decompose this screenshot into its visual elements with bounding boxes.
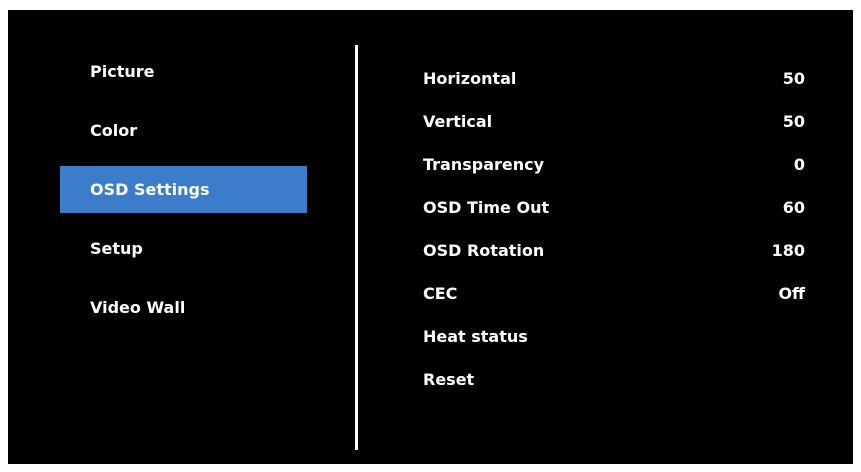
setting-row-reset[interactable]: Reset (423, 358, 805, 401)
osd-panel: Picture Color OSD Settings Setup Video W… (8, 10, 853, 464)
setting-label: Reset (423, 370, 475, 389)
setting-row-transparency[interactable]: Transparency 0 (423, 143, 805, 186)
menu-item-osd-settings[interactable]: OSD Settings (60, 166, 307, 213)
setting-row-heat-status[interactable]: Heat status (423, 315, 805, 358)
vertical-divider (355, 45, 358, 450)
setting-value: 50 (782, 69, 805, 88)
menu-item-label: Setup (90, 239, 143, 258)
menu-item-label: Picture (90, 62, 155, 81)
setting-label: Transparency (423, 155, 545, 174)
menu-item-setup[interactable]: Setup (60, 225, 307, 272)
menu-item-picture[interactable]: Picture (60, 48, 307, 95)
menu-item-video-wall[interactable]: Video Wall (60, 284, 307, 331)
menu-item-label: OSD Settings (90, 180, 210, 199)
setting-value: 60 (782, 198, 805, 217)
setting-label: Vertical (423, 112, 493, 131)
setting-label: OSD Time Out (423, 198, 550, 217)
setting-value: 180 (771, 241, 805, 260)
setting-value: 0 (793, 155, 805, 174)
setting-row-cec[interactable]: CEC Off (423, 272, 805, 315)
main-menu: Picture Color OSD Settings Setup Video W… (60, 48, 307, 343)
menu-item-color[interactable]: Color (60, 107, 307, 154)
setting-row-horizontal[interactable]: Horizontal 50 (423, 57, 805, 100)
menu-item-label: Color (90, 121, 138, 140)
setting-row-osd-rotation[interactable]: OSD Rotation 180 (423, 229, 805, 272)
setting-label: Horizontal (423, 69, 517, 88)
osd-settings-list: Horizontal 50 Vertical 50 Transparency 0… (423, 57, 805, 401)
setting-label: OSD Rotation (423, 241, 545, 260)
setting-label: Heat status (423, 327, 528, 346)
setting-value: 50 (782, 112, 805, 131)
setting-value: Off (778, 284, 805, 303)
setting-row-osd-time-out[interactable]: OSD Time Out 60 (423, 186, 805, 229)
setting-label: CEC (423, 284, 458, 303)
setting-row-vertical[interactable]: Vertical 50 (423, 100, 805, 143)
menu-item-label: Video Wall (90, 298, 186, 317)
